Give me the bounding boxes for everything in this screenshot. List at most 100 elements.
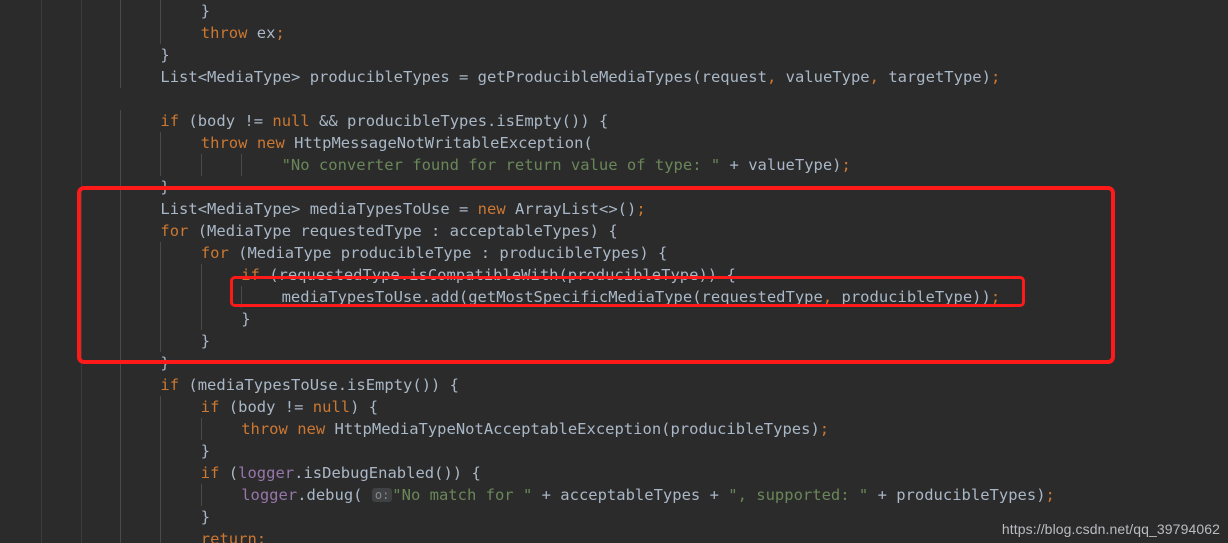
code-token: ( [219,464,239,482]
code-line[interactable]: } [241,308,250,330]
code-token: (MediaType producibleType : producibleTy… [228,244,668,262]
indent-guide [160,462,162,484]
code-line[interactable]: if (requestedType.isCompatibleWith(produ… [241,264,736,286]
code-line[interactable]: if (body != null) { [201,396,378,418]
indent-guide [160,528,162,543]
indent-guide [120,176,121,198]
code-token: .isDebugEnabled()) { [294,464,481,482]
indent-guide [160,0,162,22]
keyword-token: return [200,530,257,543]
code-line[interactable]: List<MediaType> producibleTypes = getPro… [160,66,1000,88]
code-line[interactable]: } [201,0,210,22]
code-token: + producibleTypes) [868,486,1046,504]
code-token: } [200,332,211,350]
keyword-token: for [160,222,189,240]
code-line[interactable]: } [160,352,169,374]
code-line[interactable]: if (logger.isDebugEnabled()) { [201,462,481,484]
code-token: List<MediaType> producibleTypes = getPro… [160,68,767,86]
code-token: } [200,442,211,460]
code-token: ; [256,530,267,543]
code-token: producibleType)) [832,288,991,306]
code-line[interactable]: } [201,330,210,352]
indent-guide [120,396,121,418]
keyword-token: if [160,112,180,130]
keyword-token: for [200,244,229,262]
code-token: } [160,178,170,196]
code-token: + acceptableTypes + [532,486,729,504]
code-line[interactable]: } [160,44,169,66]
indent-guide [160,396,162,418]
indent-guide [160,264,162,286]
indent-guide [120,528,121,543]
code-line[interactable]: if (body != null && producibleTypes.isEm… [160,110,608,132]
string-literal: "No converter found for return value of … [281,156,721,174]
code-line[interactable]: } [160,176,169,198]
code-token: valueType [776,68,870,86]
code-area[interactable]: } throw ex;} List<MediaType> producibleTyp… [0,0,1228,543]
indent-guide [120,264,121,286]
field-token: logger [238,464,295,482]
code-line[interactable]: "No converter found for return value of … [282,154,851,176]
parameter-hint-chip: o: [371,488,393,502]
code-token: (mediaTypesToUse.isEmpty()) { [179,376,460,394]
code-line[interactable]: } [201,440,210,462]
code-token: ex [247,24,276,42]
indent-guide [241,154,243,176]
code-token: , [869,68,879,86]
code-line[interactable]: List<MediaType> mediaTypesToUse = new Ar… [160,198,645,220]
indent-guide [241,286,243,308]
code-line[interactable]: if (mediaTypesToUse.isEmpty()) { [160,374,459,396]
indent-guide [200,484,202,506]
code-line[interactable]: mediaTypesToUse.add(getMostSpecificMedia… [282,286,1001,308]
code-line[interactable]: throw ex; [201,22,285,44]
code-token: ; [275,24,285,42]
indent-guide [200,154,202,176]
indent-guide [120,352,121,374]
indent-guide [160,506,162,528]
indent-guide [120,440,121,462]
keyword-token: throw [200,134,248,152]
code-token: } [160,354,170,372]
code-token: List<MediaType> mediaTypesToUse = [160,200,478,218]
indent-guide [120,418,121,440]
code-token: (body != [179,112,273,130]
keyword-token: throw [200,24,248,42]
code-line[interactable]: throw new HttpMessageNotWritableExceptio… [201,132,593,154]
keyword-token: if [200,398,220,416]
code-token: (MediaType requestedType : acceptableTyp… [188,222,618,240]
indent-guide [120,198,121,220]
indent-guide [160,154,162,176]
indent-guide [120,154,121,176]
code-editor-screenshot: } throw ex;} List<MediaType> producibleTyp… [0,0,1228,543]
code-token: ) { [350,398,379,416]
keyword-token: new [297,420,326,438]
keyword-token: if [241,266,260,284]
indent-guide [160,484,162,506]
indent-guide [160,440,162,462]
code-token: , [766,68,777,86]
code-line[interactable]: return; [201,528,266,543]
keyword-token: new [477,200,506,218]
indent-guide [200,286,202,308]
indent-guide [160,418,162,440]
indent-guide [120,242,121,264]
code-token: mediaTypesToUse.add(getMostSpecificMedia… [281,288,823,306]
code-line[interactable]: for (MediaType requestedType : acceptabl… [160,220,617,242]
string-literal: ", supported: " [728,486,869,504]
code-line[interactable]: logger.debug( o: "No match for " + accept… [241,484,1055,506]
indent-guide [120,374,121,396]
code-line[interactable]: } [201,506,210,528]
code-line[interactable]: throw new HttpMediaTypeNotAcceptableExce… [241,418,829,440]
indent-guide [120,462,121,484]
indent-guide [120,22,121,44]
code-line[interactable]: for (MediaType producibleType : producib… [201,242,668,264]
indent-guide [120,330,121,352]
code-token: (body != [219,398,313,416]
code-token: ; [841,156,851,174]
code-token: HttpMessageNotWritableException( [284,134,593,152]
code-token: } [200,2,211,20]
indent-guide [160,22,162,44]
keyword-token: null [272,112,310,130]
keyword-token: null [312,398,351,416]
